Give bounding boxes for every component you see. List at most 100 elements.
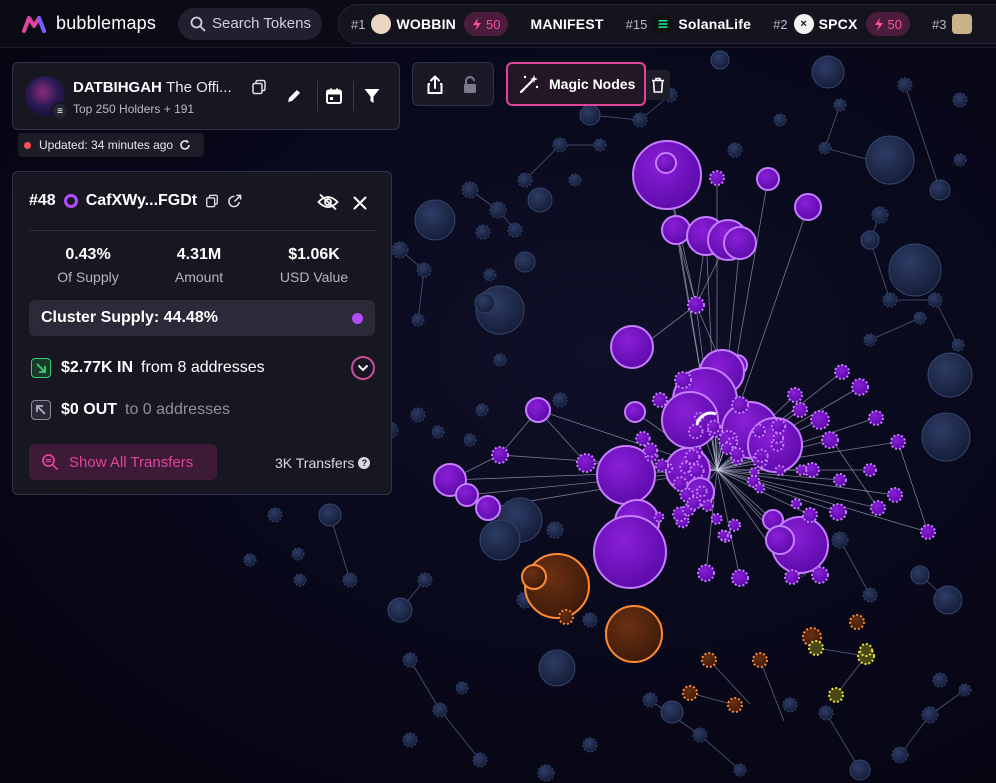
holder-bubble[interactable] [387, 597, 413, 623]
holder-bubble[interactable] [632, 140, 702, 210]
holder-bubble[interactable] [568, 173, 582, 187]
holder-bubble[interactable] [754, 448, 769, 463]
holder-bubble[interactable] [243, 553, 257, 567]
holder-bubble[interactable] [527, 187, 553, 213]
holder-bubble[interactable] [888, 243, 942, 297]
holder-bubble[interactable] [593, 515, 667, 589]
holder-bubble[interactable] [829, 503, 847, 521]
holder-bubble[interactable] [652, 392, 668, 408]
holder-bubble[interactable] [752, 652, 768, 668]
transfers-out-row[interactable]: $0 OUT to 0 addresses [31, 400, 230, 420]
holder-bubble[interactable] [752, 423, 766, 438]
holder-bubble[interactable] [731, 396, 749, 414]
holder-bubble[interactable] [672, 476, 689, 492]
holder-bubble[interactable] [952, 92, 968, 108]
holder-bubble[interactable] [455, 681, 469, 695]
copy-icon[interactable] [251, 79, 267, 95]
holder-bubble[interactable] [455, 483, 479, 507]
holder-bubble[interactable] [754, 482, 766, 494]
holder-bubble[interactable] [517, 172, 533, 188]
holder-bubble[interactable] [552, 392, 568, 408]
ticker-item-manifest[interactable]: MANIFEST [530, 16, 603, 32]
holder-bubble[interactable] [787, 387, 803, 403]
holder-bubble[interactable] [414, 199, 456, 241]
holder-bubble[interactable] [794, 193, 822, 221]
holder-bubble[interactable] [927, 292, 943, 308]
holder-bubble[interactable] [834, 364, 850, 380]
cluster-supply[interactable]: Cluster Supply: 44.48% [29, 300, 375, 336]
holder-bubble[interactable] [863, 463, 877, 477]
holder-bubble[interactable] [749, 466, 760, 478]
holder-bubble[interactable] [927, 352, 973, 398]
holder-bubble[interactable] [706, 419, 722, 434]
holder-bubble[interactable] [731, 569, 749, 587]
holder-bubble[interactable] [558, 609, 574, 625]
external-link-icon[interactable] [227, 194, 242, 209]
holder-bubble[interactable] [461, 181, 479, 199]
holder-bubble[interactable] [723, 226, 757, 260]
holder-bubble[interactable] [546, 521, 564, 539]
holder-bubble[interactable] [833, 473, 847, 487]
holder-bubble[interactable] [695, 485, 708, 498]
holder-bubble[interactable] [772, 432, 785, 444]
delete-button[interactable] [646, 70, 670, 100]
holder-bubble[interactable] [792, 402, 808, 418]
search-tokens-button[interactable]: Search Tokens [178, 7, 322, 40]
holder-bubble[interactable] [491, 446, 509, 464]
holder-bubble[interactable] [871, 206, 889, 224]
holder-bubble[interactable] [870, 500, 886, 516]
holder-bubble[interactable] [913, 311, 927, 325]
holder-bubble[interactable] [514, 251, 536, 273]
holder-bubble[interactable] [475, 403, 489, 417]
holder-bubble[interactable] [782, 697, 798, 713]
holder-bubble[interactable] [525, 397, 551, 423]
ticker-item-wobbin[interactable]: #1 WOBBIN 50 [351, 12, 509, 36]
holder-bubble[interactable] [605, 605, 663, 663]
holder-bubble[interactable] [410, 407, 426, 423]
holder-bubble[interactable] [552, 137, 568, 153]
holder-bubble[interactable] [727, 697, 743, 713]
holder-bubble[interactable] [682, 685, 698, 701]
holder-bubble[interactable] [267, 507, 283, 523]
holder-bubble[interactable] [828, 687, 844, 703]
holder-bubble[interactable] [865, 135, 915, 185]
holder-bubble[interactable] [687, 296, 705, 314]
holder-bubble[interactable] [709, 170, 725, 186]
holder-bubble[interactable] [770, 418, 787, 434]
holder-bubble[interactable] [811, 55, 845, 89]
holder-bubble[interactable] [811, 566, 829, 584]
holder-bubble[interactable] [318, 503, 342, 527]
ticker-item-3[interactable]: #3 [932, 14, 977, 34]
holder-bubble[interactable] [933, 585, 963, 615]
magic-nodes-button[interactable]: Magic Nodes [506, 62, 646, 106]
holder-bubble[interactable] [701, 499, 714, 512]
holder-bubble[interactable] [862, 587, 878, 603]
holder-bubble[interactable] [493, 353, 507, 367]
holder-bubble[interactable] [293, 573, 307, 587]
holder-bubble[interactable] [717, 529, 729, 541]
holder-bubble[interactable] [697, 564, 715, 582]
holder-bubble[interactable] [951, 338, 965, 352]
holder-bubble[interactable] [818, 141, 832, 155]
holder-bubble[interactable] [684, 449, 701, 465]
holder-bubble[interactable] [818, 705, 834, 721]
show-all-transfers-button[interactable]: Show All Transfers [29, 444, 217, 480]
holder-bubble[interactable] [774, 464, 786, 477]
holder-bubble[interactable] [890, 434, 906, 450]
transfers-in-row[interactable]: $2.77K IN from 8 addresses [31, 358, 265, 378]
holder-bubble[interactable] [472, 752, 488, 768]
updated-status[interactable]: Updated: 34 minutes ago [18, 133, 204, 157]
holder-bubble[interactable] [849, 614, 865, 630]
holder-bubble[interactable] [733, 763, 747, 777]
holder-bubble[interactable] [920, 524, 936, 540]
holder-bubble[interactable] [859, 643, 873, 657]
holder-bubble[interactable] [653, 511, 665, 523]
holder-bubble[interactable] [402, 732, 418, 748]
holder-bubble[interactable] [411, 313, 425, 327]
holder-bubble[interactable] [868, 410, 884, 426]
holder-bubble[interactable] [463, 433, 477, 447]
holder-bubble[interactable] [701, 652, 717, 668]
holder-bubble[interactable] [432, 702, 448, 718]
ticker-item-solanalife[interactable]: #15 SolanaLife [626, 14, 752, 34]
holder-bubble[interactable] [833, 98, 847, 112]
